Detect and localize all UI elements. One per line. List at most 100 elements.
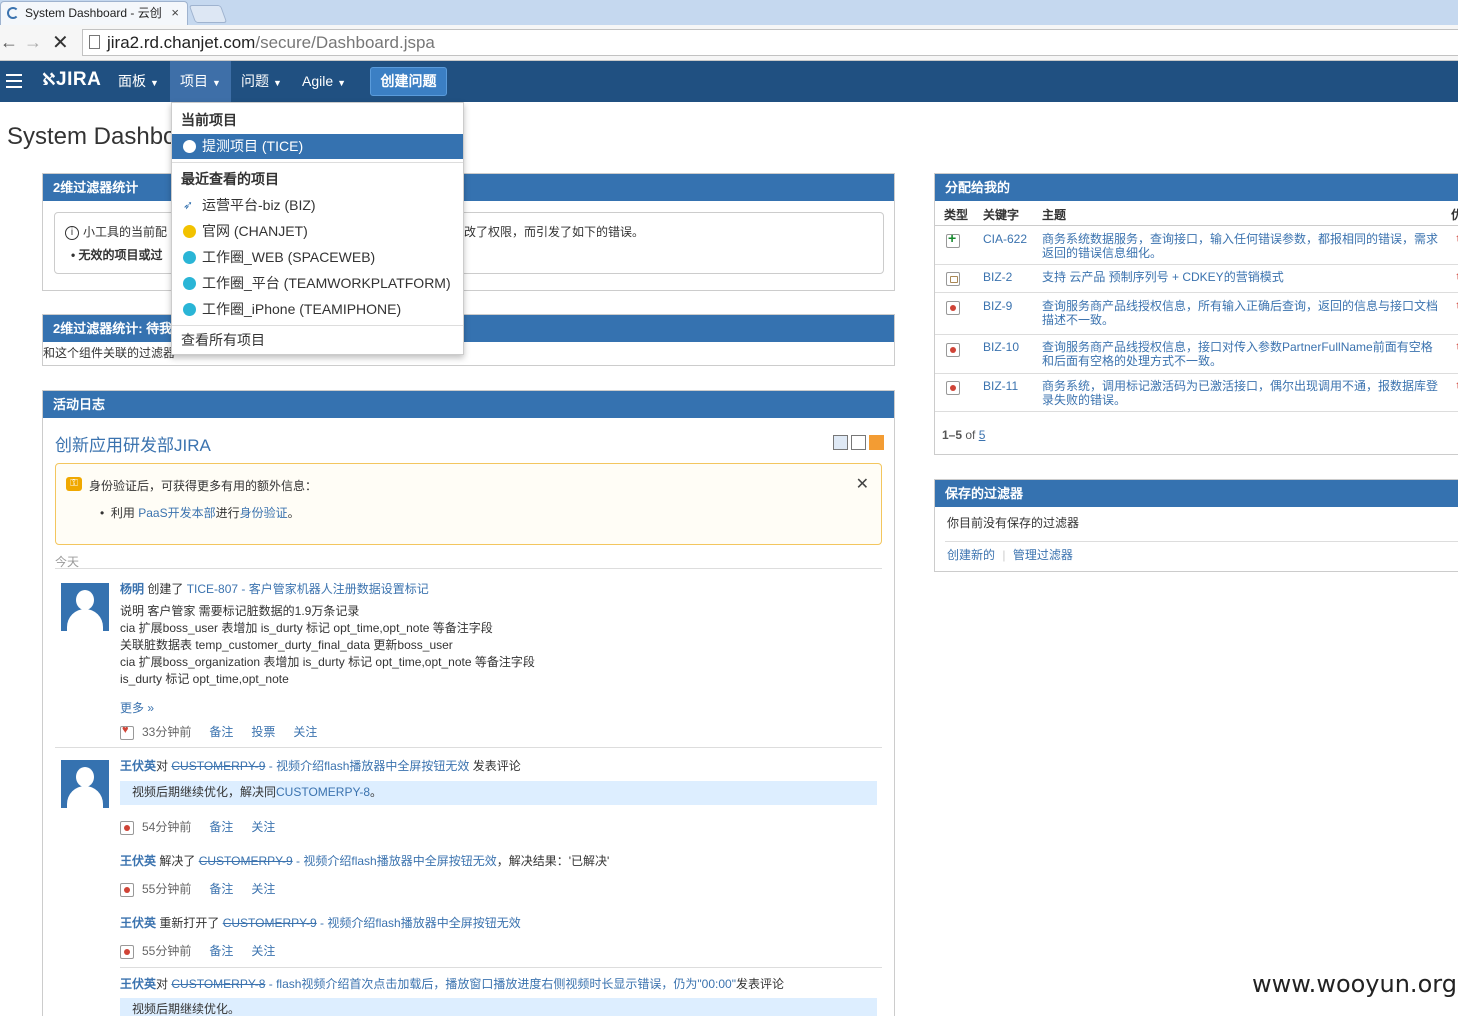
gadget-title: 活动日志 — [43, 391, 894, 418]
issue-title-link[interactable]: - 视频介绍flash播放器中全屏按钮无效 — [265, 759, 470, 773]
issue-type-icon — [120, 724, 134, 740]
activity-entry: 王伏英对 CUSTOMERPY-8 - flash视频介绍首次点击加载后，播放窗… — [120, 977, 784, 991]
auth-warning: ⚿ 身份验证后，可获得更多有用的额外信息： ✕ • 利用 PaaS开发本部进行身… — [55, 463, 882, 545]
watch-link[interactable]: 关注 — [251, 882, 275, 896]
issue-key-link[interactable]: CUSTOMERPY-8 — [171, 977, 265, 991]
issue-link[interactable]: TICE-807 - 客户管家机器人注册数据设置标记 — [187, 582, 429, 596]
user-link[interactable]: 王伏英 — [120, 977, 156, 991]
issue-summary-link[interactable]: 查询服务商产品线授权信息，接口对传入参数PartnerFullName前面有空格… — [1042, 340, 1442, 368]
create-issue-button[interactable]: 创建问题 — [370, 67, 447, 96]
watermark: www.wooyun.org — [1252, 970, 1457, 998]
new-feature-icon — [946, 231, 960, 248]
list-view-icon[interactable] — [851, 435, 866, 451]
create-filter-link[interactable]: 创建新的 — [947, 548, 995, 562]
avatar[interactable] — [61, 583, 109, 631]
user-link[interactable]: 王伏英 — [120, 759, 156, 773]
jira-logo[interactable]: ℵJIRA — [42, 69, 101, 91]
table-row[interactable]: BIZ-9 查询服务商产品线授权信息，所有输入正确后查询，返回的信息与接口文档描… — [935, 293, 1458, 335]
watch-link[interactable]: 关注 — [251, 820, 275, 834]
dropdown-item-chanjet[interactable]: 官网 (CHANJET) — [172, 219, 463, 244]
menu-agile[interactable]: Agile ▼ — [292, 61, 356, 102]
bug-icon — [120, 820, 134, 835]
tab-close-icon[interactable]: × — [171, 2, 179, 24]
avatar[interactable] — [61, 760, 109, 808]
watch-link[interactable]: 关注 — [293, 725, 317, 739]
bug-icon — [946, 300, 960, 315]
manage-filters-link[interactable]: 管理过滤器 — [1013, 548, 1073, 562]
stop-icon[interactable]: ✕ — [52, 30, 69, 55]
dropdown-item-teamiphone[interactable]: 工作圈_iPhone (TEAMIPHONE) — [172, 297, 463, 322]
back-arrow-icon[interactable]: ← — [0, 32, 18, 53]
browser-tab[interactable]: System Dashboard - 云创 × — [0, 1, 188, 25]
entry-meta: 55分钟前 备注 关注 — [120, 880, 275, 897]
view-all-projects-link[interactable]: 查看所有项目 — [172, 328, 463, 353]
pager: 1–5 of 5 — [942, 428, 986, 442]
user-link[interactable]: 王伏英 — [120, 916, 156, 930]
menu-issues[interactable]: 问题 ▼ — [231, 61, 292, 102]
dropdown-item-teamworkplatform[interactable]: 工作圈_平台 (TEAMWORKPLATFORM) — [172, 271, 463, 296]
issue-key-link[interactable]: BIZ-2 — [983, 270, 1012, 284]
bug-icon — [946, 342, 960, 357]
pager-total-link[interactable]: 5 — [979, 428, 986, 442]
close-icon[interactable]: ✕ — [856, 474, 869, 494]
comment-link[interactable]: 备注 — [209, 820, 233, 834]
paas-link[interactable]: PaaS开发本部 — [138, 506, 215, 520]
dropdown-item-biz[interactable]: ➶ 运营平台-biz (BIZ) — [172, 193, 463, 218]
table-row[interactable]: BIZ-2 支持 云产品 预制序列号 + CDKEY的营销模式 ↑ — [935, 265, 1458, 293]
user-link[interactable]: 杨明 — [120, 582, 144, 596]
comment-link[interactable]: 备注 — [209, 882, 233, 896]
authenticate-link[interactable]: 身份验证 — [240, 506, 288, 520]
project-icon — [183, 225, 196, 238]
url-bar[interactable]: jira2.rd.chanjet.com/secure/Dashboard.js… — [82, 29, 1458, 56]
activity-stream: 活动日志 创新应用研发部JIRA ⚿ 身份验证后，可获得更多有用的额外信息： ✕… — [42, 390, 895, 1016]
forward-arrow-icon[interactable]: → — [24, 32, 42, 53]
jira-header: ℵJIRA 面板 ▼ 项目 ▼ 问题 ▼ Agile ▼ 创建问题 — [0, 61, 1458, 102]
issue-summary-link[interactable]: 查询服务商产品线授权信息，所有输入正确后查询，返回的信息与接口文档描述不一致。 — [1042, 299, 1442, 327]
issue-key-link[interactable]: CUSTOMERPY-9 — [199, 854, 293, 868]
url-host: jira2.rd.chanjet.com — [107, 33, 256, 52]
menu-projects[interactable]: 项目 ▼ — [170, 61, 231, 102]
issue-key-link[interactable]: CUSTOMERPY-9 — [171, 759, 265, 773]
gadget-title: 保存的过滤器 — [935, 480, 1458, 507]
comment-link[interactable]: 备注 — [209, 725, 233, 739]
issue-key-link[interactable]: CIA-622 — [983, 232, 1027, 246]
issue-key-link[interactable]: BIZ-11 — [983, 379, 1018, 393]
more-link[interactable]: 更多 » — [120, 700, 154, 717]
project-icon — [183, 140, 196, 153]
comment-link[interactable]: 备注 — [209, 944, 233, 958]
issue-title-link[interactable]: - flash视频介绍首次点击加载后，播放窗口播放进度右侧视频时长显示错误，仍为… — [265, 977, 736, 991]
table-row[interactable]: BIZ-11 商务系统，调用标记激活码为已激活接口，偶尔出现调用不通，报数据库登… — [935, 374, 1458, 412]
bug-icon — [946, 380, 960, 395]
page-title: System Dashboard — [7, 123, 177, 150]
comment-quote: 视频后期继续优化。 — [120, 998, 877, 1016]
stream-title[interactable]: 创新应用研发部JIRA — [55, 431, 211, 456]
new-tab-button[interactable] — [188, 5, 228, 23]
issue-key-link[interactable]: CUSTOMERPY-9 — [223, 916, 317, 930]
project-icon — [183, 251, 196, 264]
project-icon — [183, 303, 196, 316]
menu-dashboards[interactable]: 面板 ▼ — [108, 61, 169, 102]
gadget-2d-filter-stats-pending: 2维过滤器统计: 待我 和这个组件关联的过滤器 — [42, 314, 895, 366]
issue-link[interactable]: CUSTOMERPY-8 — [276, 785, 370, 799]
rss-icon[interactable] — [869, 435, 884, 451]
table-row[interactable]: BIZ-10 查询服务商产品线授权信息，接口对传入参数PartnerFullNa… — [935, 335, 1458, 374]
dropdown-heading: 当前项目 — [181, 112, 237, 128]
issue-key-link[interactable]: BIZ-9 — [983, 299, 1012, 313]
issue-summary-link[interactable]: 支持 云产品 预制序列号 + CDKEY的营销模式 — [1042, 270, 1442, 284]
full-view-icon[interactable] — [833, 435, 848, 451]
table-row[interactable]: CIA-622 商务系统数据服务，查询接口，输入任何错误参数，都报相同的错误，需… — [935, 227, 1458, 265]
issue-summary-link[interactable]: 商务系统数据服务，查询接口，输入任何错误参数，都报相同的错误，需求返回的错误信息… — [1042, 232, 1442, 260]
watch-link[interactable]: 关注 — [251, 944, 275, 958]
entry-meta: 33分钟前备注投票关注 — [120, 723, 317, 740]
empty-message: 你目前没有保存的过滤器 — [947, 516, 1080, 530]
issue-title-link[interactable]: - 视频介绍flash播放器中全屏按钮无效 — [317, 916, 521, 930]
info-icon: i — [65, 225, 79, 240]
app-switcher-icon[interactable] — [6, 74, 22, 88]
issue-key-link[interactable]: BIZ-10 — [983, 340, 1019, 354]
vote-link[interactable]: 投票 — [251, 725, 275, 739]
issue-title-link[interactable]: - 视频介绍flash播放器中全屏按钮无效 — [293, 854, 497, 868]
user-link[interactable]: 王伏英 — [120, 854, 156, 868]
issue-summary-link[interactable]: 商务系统，调用标记激活码为已激活接口，偶尔出现调用不通，报数据库登录失败的错误。 — [1042, 379, 1442, 407]
dropdown-item-spaceweb[interactable]: 工作圈_WEB (SPACEWEB) — [172, 245, 463, 270]
dropdown-item-tice[interactable]: 提测项目 (TICE) — [172, 134, 463, 159]
